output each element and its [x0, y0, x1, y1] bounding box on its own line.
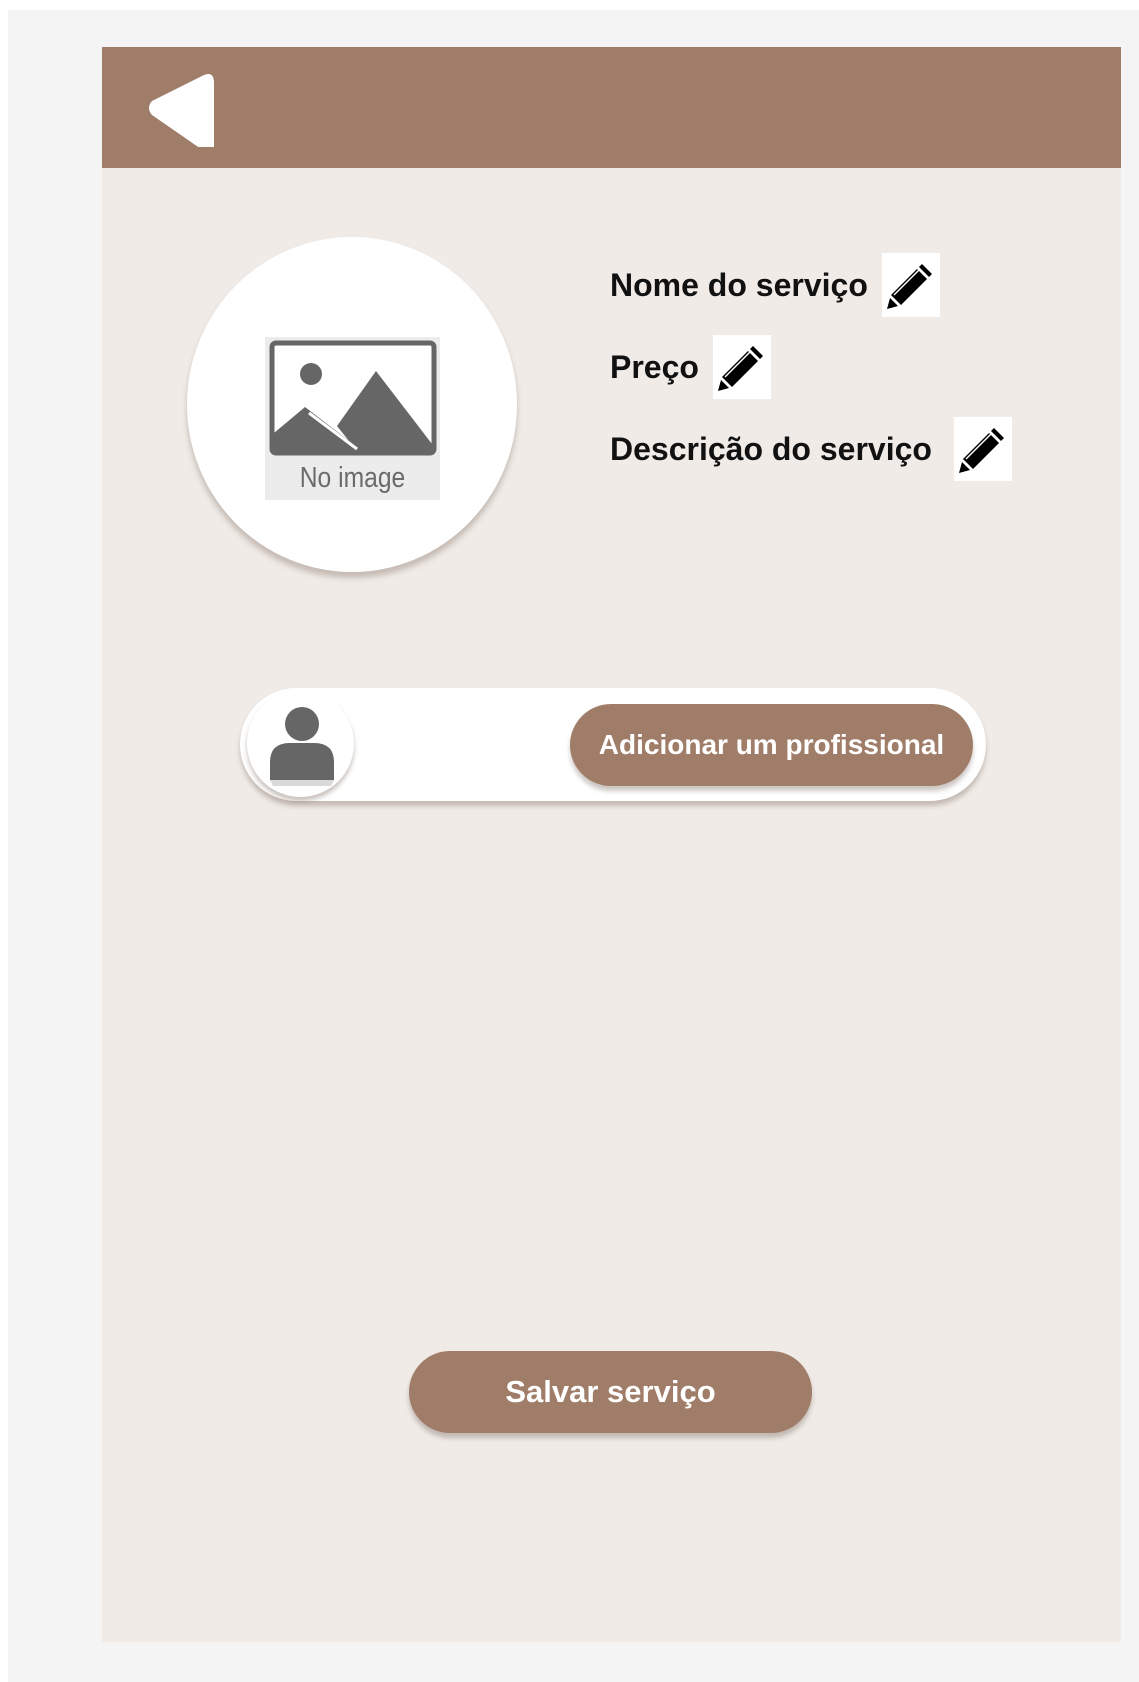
back-arrow-icon	[149, 74, 214, 153]
service-photo[interactable]: No image	[187, 237, 517, 572]
edit-preco-button[interactable]	[712, 335, 771, 399]
pencil-icon	[717, 346, 763, 391]
add-professional-button[interactable]: Adicionar um profissional	[570, 704, 973, 786]
field-label-preco: Preço	[610, 348, 699, 385]
no-image-placeholder: No image	[265, 337, 440, 500]
avatar	[247, 690, 354, 797]
back-button[interactable]	[142, 67, 222, 153]
field-label-descricao: Descrição do serviço	[610, 430, 932, 467]
no-image-icon	[269, 340, 437, 456]
field-nome-do-servico: Nome do serviço	[610, 253, 940, 317]
pencil-icon	[886, 264, 932, 309]
edit-descricao-button[interactable]	[953, 417, 1012, 481]
field-preco: Preço	[610, 335, 771, 399]
user-icon	[270, 707, 334, 786]
no-image-label: No image	[299, 462, 406, 494]
professional-selector: Adicionar um profissional	[240, 688, 986, 801]
app-header	[102, 47, 1121, 168]
pencil-icon	[958, 428, 1004, 473]
field-descricao-do-servico: Descrição do serviço	[610, 417, 1012, 481]
save-service-button[interactable]: Salvar serviço	[409, 1351, 812, 1433]
app-screen: No image Nome do serviço Preço Descrição…	[102, 47, 1121, 1642]
edit-nome-button[interactable]	[881, 253, 940, 317]
header-bar	[102, 47, 1121, 168]
field-label-nome: Nome do serviço	[610, 266, 868, 303]
